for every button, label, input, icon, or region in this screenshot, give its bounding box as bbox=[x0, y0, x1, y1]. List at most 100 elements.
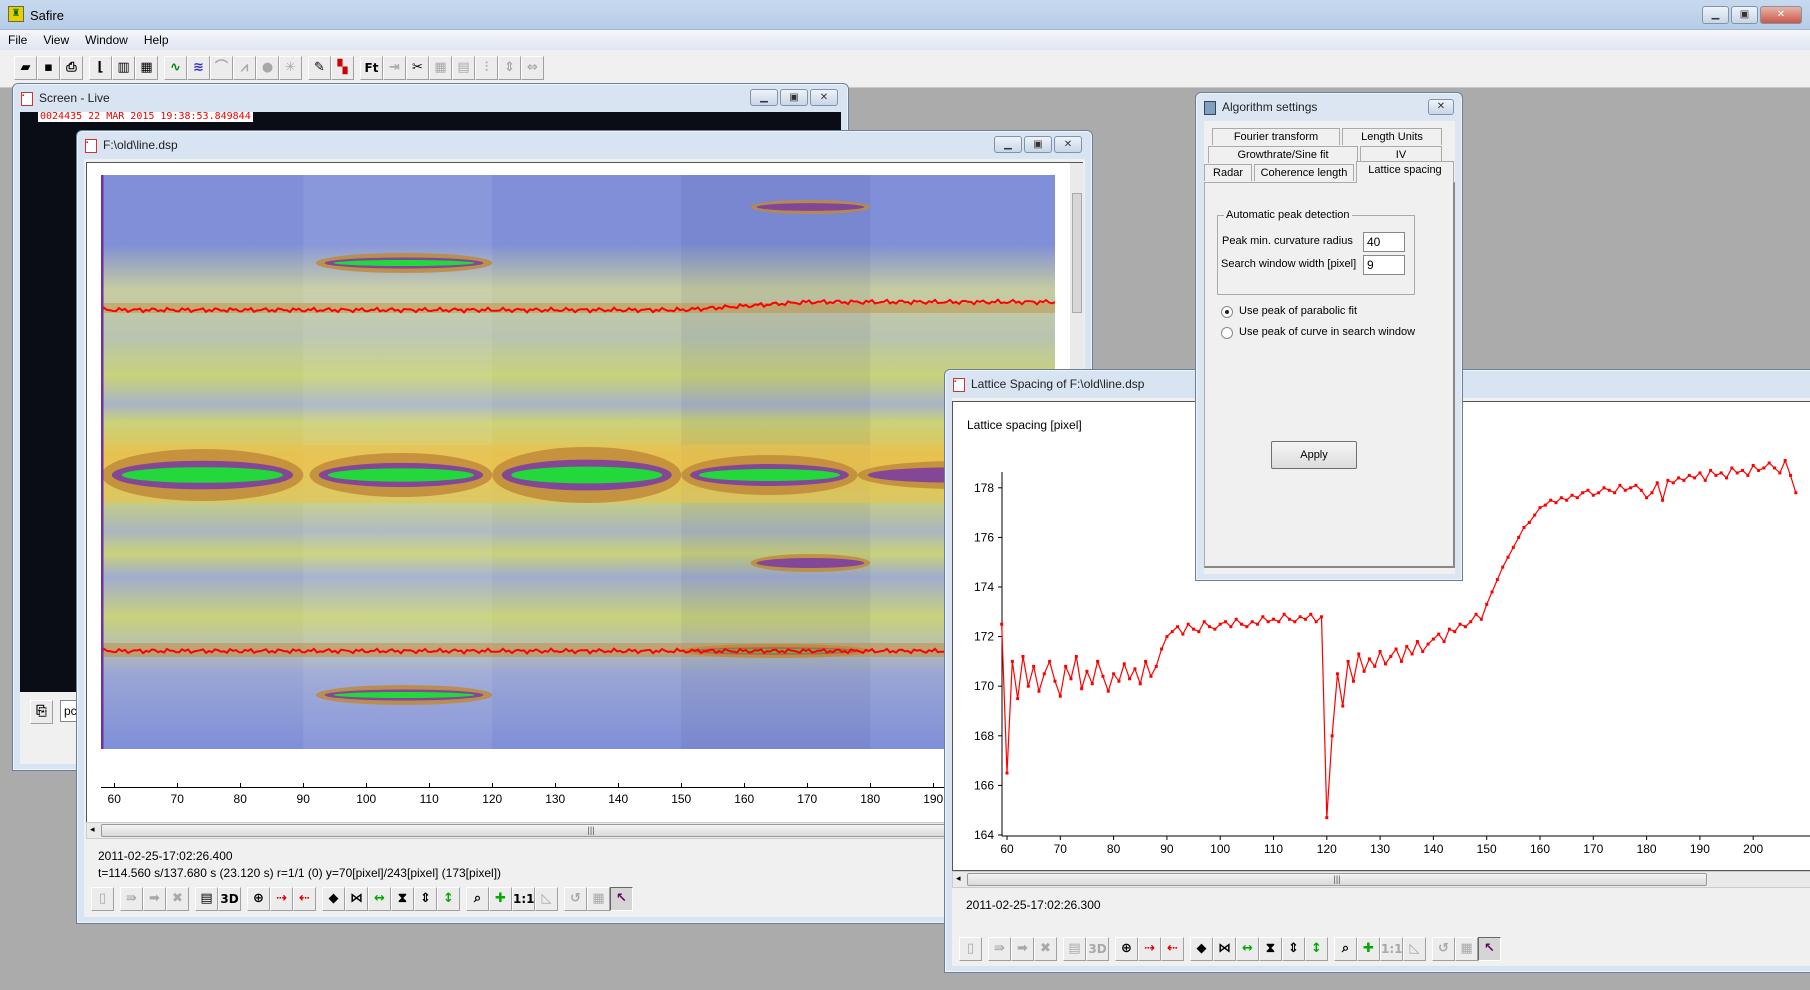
scroll-thumb[interactable]: ||| bbox=[101, 824, 1081, 837]
radio-parabolic-fit[interactable] bbox=[1221, 306, 1233, 318]
select-tool-button[interactable]: ↖ bbox=[610, 887, 633, 911]
arrows-vertical-button[interactable]: ⇕ bbox=[414, 887, 437, 911]
tab-length-units[interactable]: Length Units bbox=[1342, 128, 1442, 145]
minimize-button[interactable]: ▁ bbox=[750, 89, 778, 106]
wave-green-button[interactable]: ∿ bbox=[164, 56, 187, 80]
diamond-button[interactable]: ◆ bbox=[1190, 937, 1213, 961]
trash-button[interactable]: ▯ bbox=[91, 887, 114, 911]
close-button[interactable]: ✕ bbox=[1760, 6, 1802, 24]
fit-all-button[interactable]: ✚ bbox=[489, 887, 512, 911]
maximize-button[interactable]: ▣ bbox=[780, 89, 808, 106]
arrow-right-button[interactable]: ➡ bbox=[1011, 937, 1034, 961]
undo-button[interactable]: ↺ bbox=[564, 887, 587, 911]
zoom-button[interactable]: ⌕ bbox=[466, 887, 489, 911]
split-horizontal-button[interactable]: ⇔ bbox=[521, 56, 544, 80]
tab-growthrate-sine-fit[interactable]: Growthrate/Sine fit bbox=[1208, 146, 1358, 163]
minimize-button[interactable]: ▁ bbox=[994, 136, 1022, 153]
grid-split-button[interactable]: ▤ bbox=[452, 56, 475, 80]
marker-right-button[interactable]: ⇢ bbox=[1138, 937, 1161, 961]
maximize-button[interactable]: ▣ bbox=[1024, 136, 1052, 153]
grid-button[interactable]: ▦ bbox=[587, 887, 610, 911]
radio-curve-peak[interactable] bbox=[1221, 327, 1233, 339]
peaks-button[interactable]: ⩘ bbox=[233, 56, 256, 80]
marker-left-button[interactable]: ⇠ bbox=[293, 887, 316, 911]
menu-view[interactable]: View bbox=[35, 30, 77, 50]
split-vertical-2-button[interactable]: ⇕ bbox=[498, 56, 521, 80]
grid-button[interactable]: ▦ bbox=[1455, 937, 1478, 961]
bars-button[interactable]: ▤ bbox=[195, 887, 218, 911]
arrows-vertical-button[interactable]: ⇕ bbox=[1282, 937, 1305, 961]
arrow-pass-button[interactable]: ⇛ bbox=[120, 887, 143, 911]
stretch-vertical-button[interactable]: ↕ bbox=[437, 887, 460, 911]
tab-radar[interactable]: Radar bbox=[1204, 164, 1252, 181]
arrows-merge-button[interactable]: ✖ bbox=[1034, 937, 1057, 961]
crosshair-button[interactable]: ⊕ bbox=[247, 887, 270, 911]
radio-parabolic-fit-label[interactable]: Use peak of parabolic fit bbox=[1239, 305, 1357, 317]
scroll-thumb[interactable] bbox=[1072, 193, 1082, 313]
minimize-button[interactable]: ▁ bbox=[1702, 6, 1729, 24]
hourglass-button[interactable]: ⧗ bbox=[1259, 937, 1282, 961]
peak-radius-input[interactable] bbox=[1363, 232, 1405, 252]
grid-button[interactable]: ▦ bbox=[429, 56, 452, 80]
save-button[interactable]: ▪ bbox=[37, 56, 60, 80]
menu-file[interactable]: File bbox=[0, 30, 35, 50]
page-button[interactable]: ◺ bbox=[535, 887, 558, 911]
fourier-transform-button[interactable]: Ft bbox=[360, 56, 383, 80]
stretch-vertical-button[interactable]: ↕ bbox=[1305, 937, 1328, 961]
circle-button[interactable]: ● bbox=[256, 56, 279, 80]
apply-button[interactable]: Apply bbox=[1271, 441, 1357, 469]
undo-button[interactable]: ↺ bbox=[1432, 937, 1455, 961]
3d-view-button[interactable]: 3D bbox=[1086, 937, 1109, 961]
matrix-button[interactable]: ▦ bbox=[135, 56, 158, 80]
radio-curve-peak-label[interactable]: Use peak of curve in search window bbox=[1239, 326, 1415, 338]
split-vertical-button[interactable]: ⫶ bbox=[475, 56, 498, 80]
fit-all-button[interactable]: ✚ bbox=[1357, 937, 1380, 961]
page-button[interactable]: ◺ bbox=[1403, 937, 1426, 961]
one-to-one-button[interactable]: 1:1 bbox=[512, 887, 535, 911]
menu-help[interactable]: Help bbox=[136, 30, 177, 50]
spectrum-button[interactable]: ✳ bbox=[279, 56, 302, 80]
bowtie-horizontal-button[interactable]: ⋈ bbox=[1213, 937, 1236, 961]
maximize-button[interactable]: ▣ bbox=[1731, 6, 1758, 24]
scroll-thumb[interactable]: ||| bbox=[967, 873, 1707, 886]
horizontal-scrollbar[interactable]: ◂ ||| bbox=[86, 822, 1083, 839]
arrow-pass-button[interactable]: ⇛ bbox=[988, 937, 1011, 961]
color-palette-button[interactable]: ▚ bbox=[331, 56, 354, 80]
print-button[interactable]: ⎙ bbox=[60, 56, 83, 80]
search-width-input[interactable] bbox=[1363, 255, 1405, 275]
open-folder-button[interactable]: ▰ bbox=[14, 56, 37, 80]
fit-button[interactable]: ⌒ bbox=[210, 56, 233, 80]
one-to-one-button[interactable]: 1:1 bbox=[1380, 937, 1403, 961]
hourglass-button[interactable]: ⧗ bbox=[391, 887, 414, 911]
tab-lattice-spacing[interactable]: Lattice spacing bbox=[1356, 161, 1454, 183]
diamond-button[interactable]: ◆ bbox=[322, 887, 345, 911]
arrows-merge-button[interactable]: ✖ bbox=[166, 887, 189, 911]
marker-left-button[interactable]: ⇠ bbox=[1161, 937, 1184, 961]
camera-button[interactable]: ⎘ bbox=[30, 700, 53, 724]
wave-blue-button[interactable]: ≋ bbox=[187, 56, 210, 80]
stretch-horizontal-button[interactable]: ↔ bbox=[1236, 937, 1259, 961]
tab-fourier-transform[interactable]: Fourier transform bbox=[1212, 128, 1340, 145]
bar-grid-button[interactable]: ▥ bbox=[112, 56, 135, 80]
3d-view-button[interactable]: 3D bbox=[218, 887, 241, 911]
trash-button[interactable]: ▯ bbox=[959, 937, 982, 961]
chart-axes-button[interactable]: ⌊ bbox=[89, 56, 112, 80]
f-arrow-button[interactable]: ⇥ bbox=[383, 56, 406, 80]
zoom-button[interactable]: ⌕ bbox=[1334, 937, 1357, 961]
wand-button[interactable]: ✎ bbox=[308, 56, 331, 80]
marker-right-button[interactable]: ⇢ bbox=[270, 887, 293, 911]
stretch-horizontal-button[interactable]: ↔ bbox=[368, 887, 391, 911]
arrow-right-button[interactable]: ➡ bbox=[143, 887, 166, 911]
scroll-left-icon[interactable]: ◂ bbox=[956, 873, 961, 884]
select-tool-button[interactable]: ↖ bbox=[1478, 937, 1501, 961]
crosshair-button[interactable]: ⊕ bbox=[1115, 937, 1138, 961]
bowtie-horizontal-button[interactable]: ⋈ bbox=[345, 887, 368, 911]
menu-window[interactable]: Window bbox=[77, 30, 136, 50]
horizontal-scrollbar[interactable]: ◂ ||| bbox=[952, 871, 1810, 888]
scroll-left-icon[interactable]: ◂ bbox=[90, 824, 95, 835]
close-button[interactable]: ✕ bbox=[1054, 136, 1082, 153]
tab-coherence-length[interactable]: Coherence length bbox=[1254, 164, 1354, 181]
scissors-button[interactable]: ✂ bbox=[406, 56, 429, 80]
dialog-close-button[interactable]: ✕ bbox=[1428, 99, 1454, 115]
close-button[interactable]: ✕ bbox=[810, 89, 838, 106]
